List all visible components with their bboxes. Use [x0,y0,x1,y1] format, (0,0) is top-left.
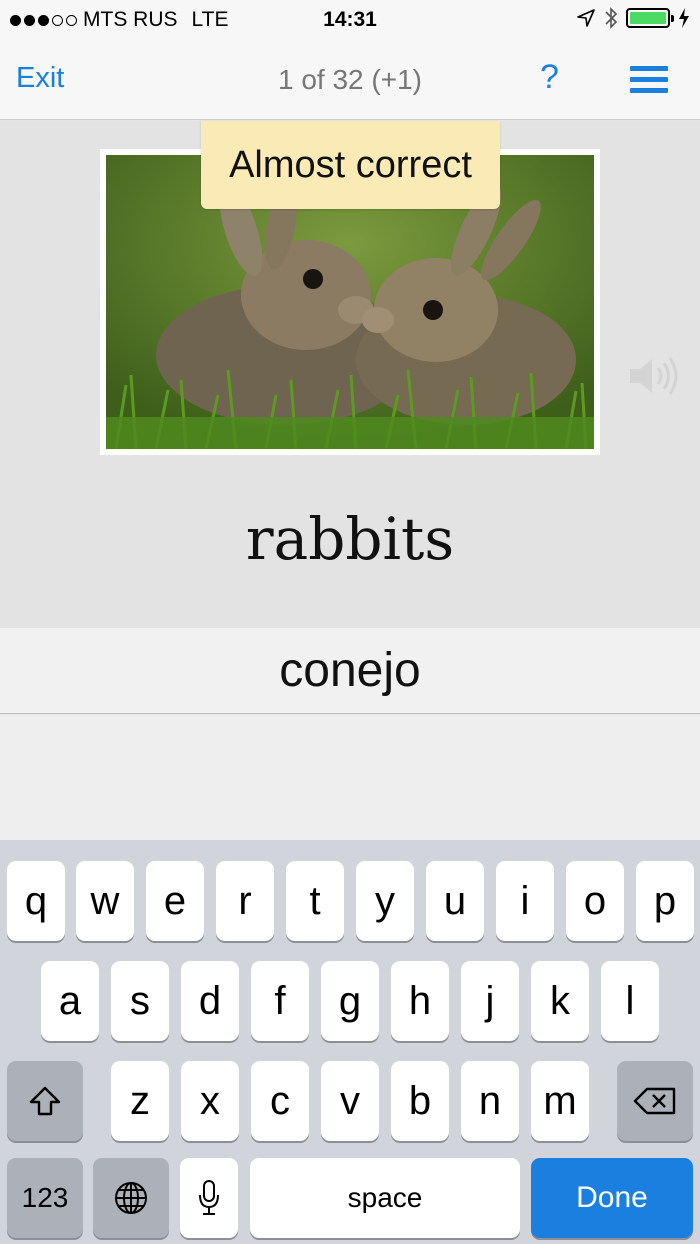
key-q[interactable]: q [7,861,65,941]
answer-input[interactable]: conejo [0,628,700,714]
key-l[interactable]: l [601,961,659,1041]
key-n[interactable]: n [461,1061,519,1141]
key-c[interactable]: c [251,1061,309,1141]
done-key[interactable]: Done [531,1158,693,1238]
term-text: rabbits [245,505,455,573]
key-t[interactable]: t [286,861,344,941]
space-key[interactable]: space [250,1158,520,1238]
status-right [576,6,690,30]
globe-icon [115,1182,147,1214]
key-e[interactable]: e [146,861,204,941]
navigation-bar: Exit 1 of 32 (+1) ? [0,40,700,120]
key-g[interactable]: g [321,961,379,1041]
microphone-key[interactable] [180,1158,238,1238]
key-w[interactable]: w [76,861,134,941]
shift-icon [29,1086,61,1116]
backspace-key[interactable] [617,1061,693,1141]
key-i[interactable]: i [496,861,554,941]
charging-bolt-icon [679,8,689,28]
key-b[interactable]: b [391,1061,449,1141]
hamburger-menu-icon[interactable] [630,66,668,94]
key-k[interactable]: k [531,961,589,1041]
location-arrow-icon [577,9,595,27]
key-r[interactable]: r [216,861,274,941]
key-h[interactable]: h [391,961,449,1041]
key-u[interactable]: u [426,861,484,941]
key-y[interactable]: y [356,861,414,941]
key-a[interactable]: a [41,961,99,1041]
key-m[interactable]: m [531,1061,589,1141]
globe-key[interactable] [93,1158,169,1238]
help-button[interactable]: ? [540,58,559,97]
flashcard: Almost correct rabbits [0,121,700,628]
shift-key[interactable] [7,1061,83,1141]
answer-text: conejo [279,644,421,697]
bluetooth-icon [605,7,618,29]
status-bar: MTS RUS LTE 14:31 [0,0,700,40]
key-o[interactable]: o [566,861,624,941]
answer-area-spacer [0,715,700,840]
key-f[interactable]: f [251,961,309,1041]
battery-icon [626,8,674,28]
numbers-key[interactable]: 123 [7,1158,83,1238]
key-j[interactable]: j [461,961,519,1041]
keyboard: q w e r t y u i o p a s d f g h j k l z … [0,840,700,1244]
key-v[interactable]: v [321,1061,379,1141]
microphone-icon [199,1180,219,1215]
feedback-banner: Almost correct [201,121,500,209]
key-x[interactable]: x [181,1061,239,1141]
key-p[interactable]: p [636,861,694,941]
key-s[interactable]: s [111,961,169,1041]
speaker-icon[interactable] [626,354,680,398]
progress-title: 1 of 32 (+1) [278,64,422,95]
key-z[interactable]: z [111,1061,169,1141]
backspace-icon [633,1087,676,1115]
key-d[interactable]: d [181,961,239,1041]
